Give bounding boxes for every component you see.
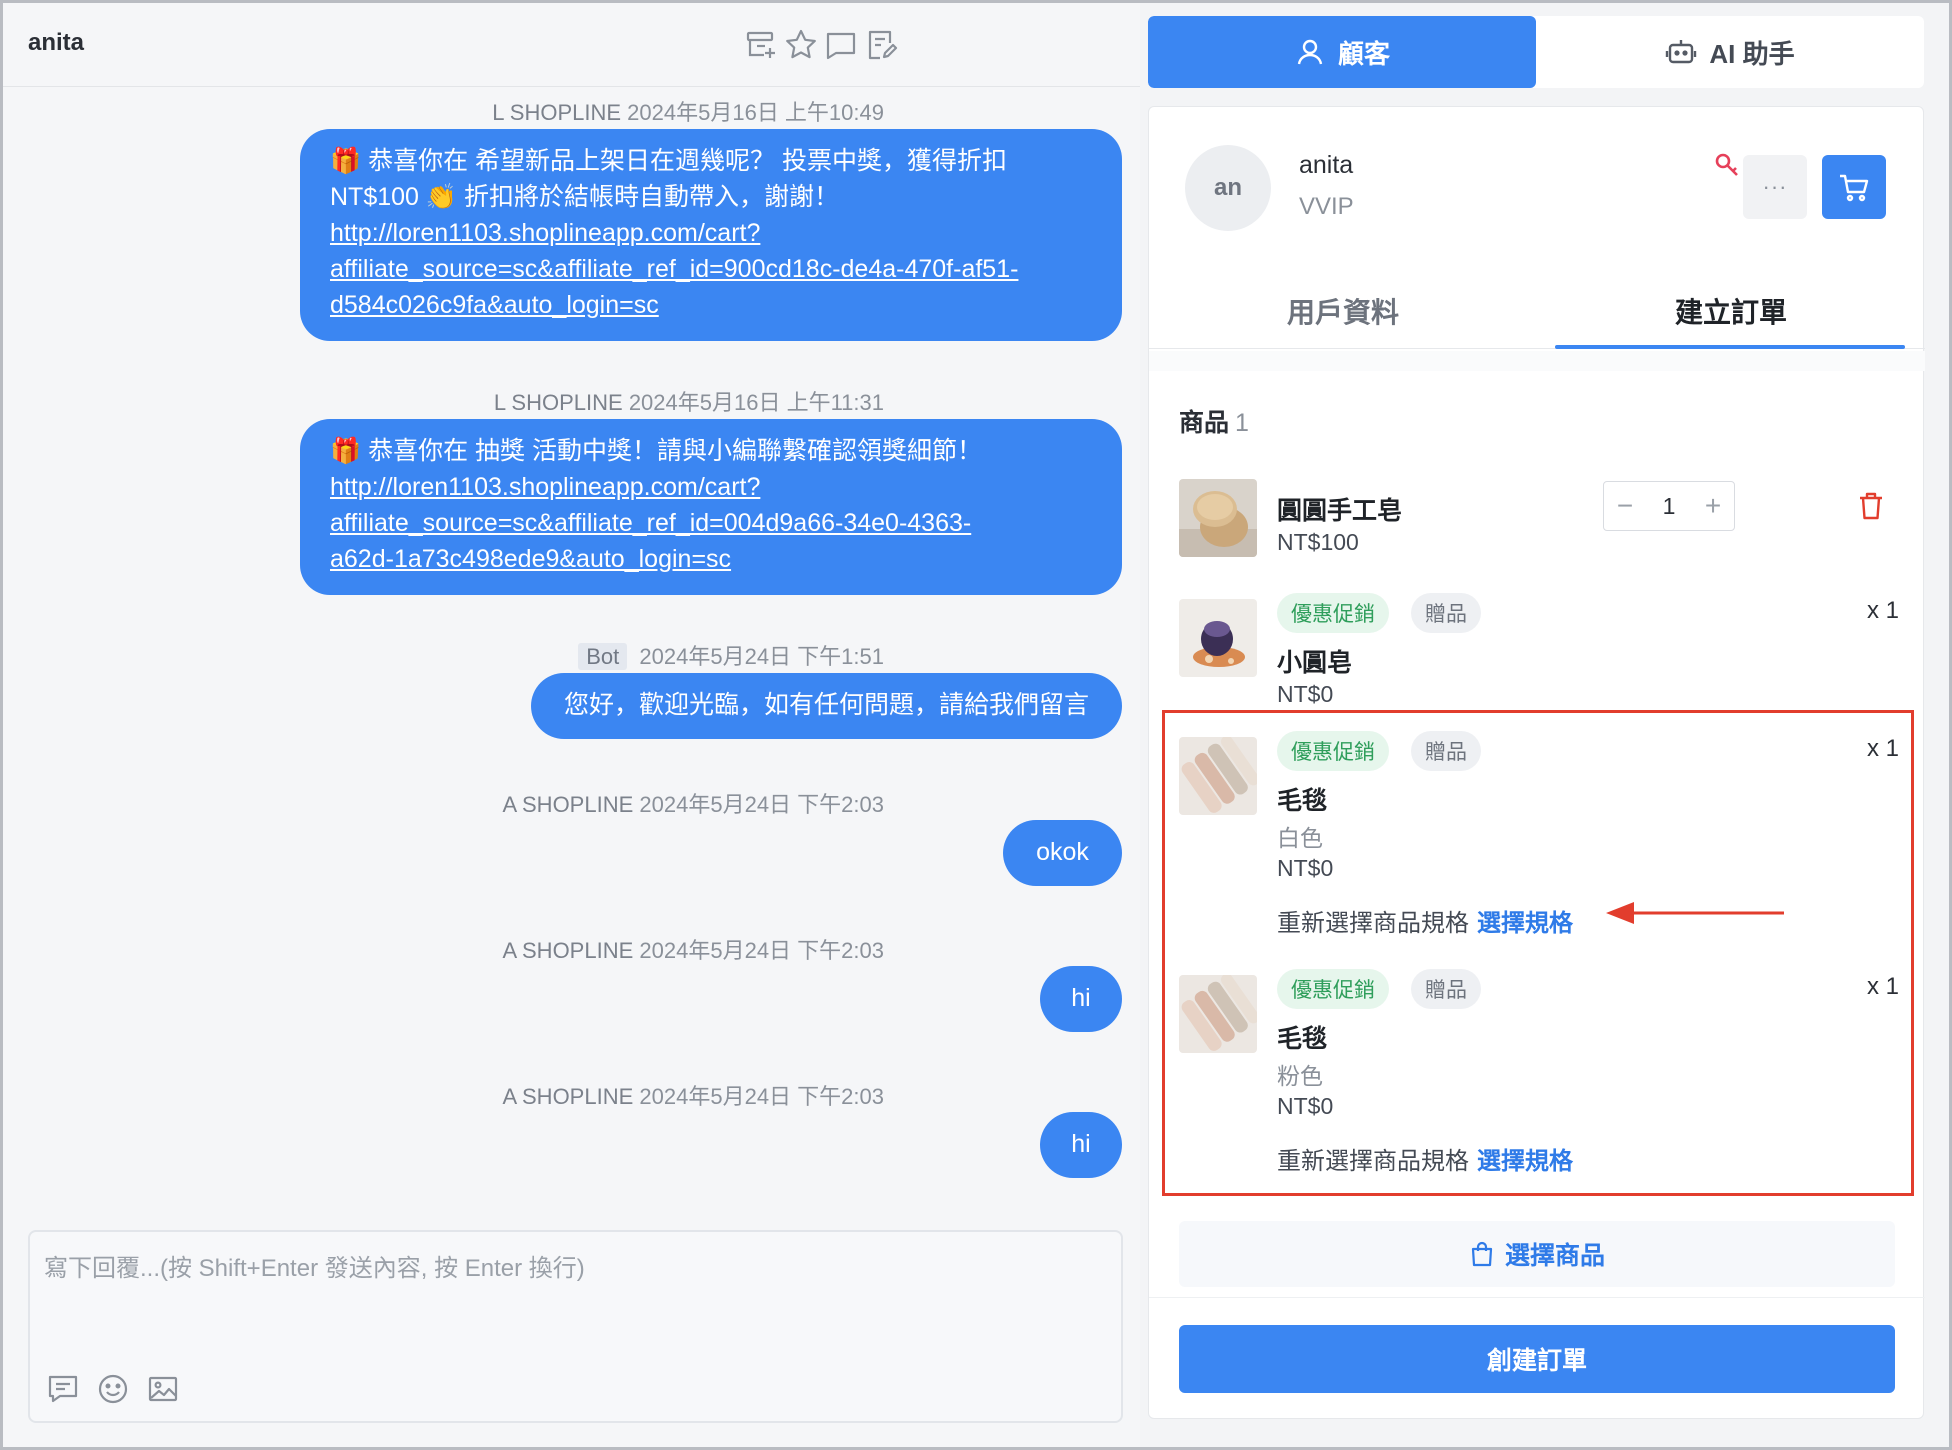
chat-panel: anita L SHOPLINE 2024年5月16日 上午10:49 🎁 恭喜… [3, 3, 1140, 1447]
cart-button[interactable] [1822, 155, 1886, 219]
product-thumbnail [1179, 599, 1257, 677]
top-tabs: 顧客 AI 助手 [1148, 16, 1924, 88]
message-text: 🎁 恭喜你在 抽獎 活動中獎！請與小編聯繫確認領獎細節！ [330, 437, 982, 465]
customer-name: anita [1299, 151, 1354, 179]
message-bubble: hi [1040, 1112, 1122, 1178]
product-name: 小圓皂 [1277, 649, 1353, 677]
message-meta: A SHOPLINE 2024年5月24日 下午2:03 [502, 933, 884, 965]
message-text: 🎁 恭喜你在 希望新品上架日在週幾呢？ 投票中獎，獲得折扣 [330, 147, 1007, 175]
product-name: 圓圓手工皂 [1277, 497, 1403, 525]
gift-tag: 贈品 [1411, 593, 1481, 633]
message-sender: A SHOPLINE [502, 792, 634, 817]
promo-tag: 優惠促銷 [1277, 593, 1389, 633]
products-section-title: 商品 1 [1179, 403, 1249, 439]
note-edit-icon[interactable] [863, 27, 899, 63]
product-price: NT$0 [1277, 681, 1334, 707]
comment-icon[interactable] [823, 27, 859, 63]
create-order-button[interactable]: 創建訂單 [1179, 1325, 1895, 1393]
message-link[interactable]: http://loren1103.shoplineapp.com/cart? [330, 215, 1092, 251]
message-link[interactable]: http://loren1103.shoplineapp.com/cart? [330, 469, 1092, 505]
message-link[interactable]: a62d-1a73c498ede9&auto_login=sc [330, 541, 1092, 577]
user-icon [1297, 39, 1323, 65]
message-time: 2024年5月24日 下午2:03 [639, 938, 884, 963]
gift-item: 優惠促銷 贈品 x 1 小圓皂 NT$0 [1179, 593, 1899, 707]
key-icon[interactable] [1713, 151, 1741, 179]
message-meta: L SHOPLINE 2024年5月16日 上午10:49 [492, 95, 884, 127]
reply-composer [28, 1230, 1123, 1423]
message-bubble: hi [1040, 966, 1122, 1032]
message-text: NT$100 👏 折扣將於結帳時自動帶入，謝謝！ [330, 183, 839, 211]
message-time: 2024年5月24日 下午2:03 [639, 792, 884, 817]
quick-reply-icon[interactable] [46, 1372, 80, 1406]
customer-level: VVIP [1299, 193, 1354, 220]
message-text: hi [1071, 984, 1091, 1012]
more-options-button[interactable]: ··· [1743, 155, 1807, 219]
bot-badge: Bot [578, 643, 628, 670]
chat-header: anita [3, 3, 1140, 87]
message-bubble: 🎁 恭喜你在 抽獎 活動中獎！請與小編聯繫確認領獎細節！ http://lore… [300, 419, 1122, 595]
chat-contact-name: anita [28, 29, 85, 56]
select-product-label: 選擇商品 [1504, 1242, 1605, 1270]
product-price: NT$100 [1277, 529, 1359, 555]
message-link[interactable]: affiliate_source=sc&affiliate_ref_id=900… [330, 251, 1092, 287]
tab-ai-label: AI 助手 [1709, 38, 1795, 69]
message-bubble: 🎁 恭喜你在 希望新品上架日在週幾呢？ 投票中獎，獲得折扣 NT$100 👏 折… [300, 129, 1122, 341]
message-text: 您好，歡迎光臨，如有任何問題，請給我們留言 [563, 691, 1089, 719]
active-tab-indicator [1555, 345, 1905, 349]
cart-icon [1840, 174, 1869, 202]
sub-tabs: 用戶資料 建立訂單 [1149, 273, 1925, 349]
divider [1149, 351, 1925, 371]
quantity-increase-button[interactable]: + [1692, 482, 1734, 530]
avatar: an [1185, 145, 1271, 231]
products-count: 1 [1235, 409, 1249, 437]
order-item: 圓圓手工皂 NT$100 − 1 + [1179, 479, 1899, 569]
reply-input[interactable] [44, 1248, 1104, 1318]
tab-customer[interactable]: 顧客 [1148, 16, 1536, 88]
message-text: hi [1071, 1130, 1091, 1158]
quantity-stepper: − 1 + [1603, 481, 1735, 531]
gift-quantity: x 1 [1866, 597, 1899, 624]
image-icon[interactable] [146, 1372, 180, 1406]
message-sender: A SHOPLINE [502, 1084, 634, 1109]
message-bubble: okok [1003, 820, 1122, 886]
robot-icon [1666, 40, 1697, 64]
star-icon[interactable] [783, 27, 819, 63]
message-link[interactable]: affiliate_source=sc&affiliate_ref_id=004… [330, 505, 1092, 541]
archive-icon[interactable] [743, 27, 779, 63]
message-sender: A SHOPLINE [502, 938, 634, 963]
message-meta: A SHOPLINE 2024年5月24日 下午2:03 [502, 787, 884, 819]
tab-customer-label: 顧客 [1337, 38, 1390, 69]
annotation-arrow-icon [1606, 902, 1784, 924]
trash-icon[interactable] [1857, 491, 1885, 521]
tab-profile[interactable]: 用戶資料 [1149, 273, 1537, 349]
products-label: 商品 [1179, 409, 1230, 437]
quantity-value[interactable]: 1 [1646, 493, 1692, 520]
message-time: 2024年5月16日 上午11:31 [628, 390, 884, 415]
message-link[interactable]: d584c026c9fa&auto_login=sc [330, 287, 1092, 323]
message-text: okok [1036, 838, 1089, 866]
message-meta: L SHOPLINE 2024年5月16日 上午11:31 [494, 385, 884, 417]
message-meta: A SHOPLINE 2024年5月24日 下午2:03 [502, 1079, 884, 1111]
message-time: 2024年5月24日 下午2:03 [639, 1084, 884, 1109]
message-sender: L SHOPLINE [493, 390, 623, 415]
product-thumbnail [1179, 479, 1257, 557]
annotation-highlight-box [1162, 710, 1914, 1196]
message-bubble: 您好，歡迎光臨，如有任何問題，請給我們留言 [531, 673, 1122, 739]
quantity-decrease-button[interactable]: − [1604, 482, 1646, 530]
divider [1149, 1297, 1925, 1298]
message-sender: L SHOPLINE [492, 100, 622, 125]
message-meta: Bot 2024年5月24日 下午1:51 [578, 639, 884, 671]
select-product-button[interactable]: 選擇商品 [1179, 1221, 1895, 1287]
tab-create-order[interactable]: 建立訂單 [1537, 273, 1925, 349]
tab-ai-assistant[interactable]: AI 助手 [1536, 16, 1924, 88]
shopping-bag-icon [1471, 1241, 1493, 1267]
message-time: 2024年5月24日 下午1:51 [639, 644, 884, 669]
emoji-icon[interactable] [96, 1372, 130, 1406]
message-time: 2024年5月16日 上午10:49 [627, 100, 884, 125]
